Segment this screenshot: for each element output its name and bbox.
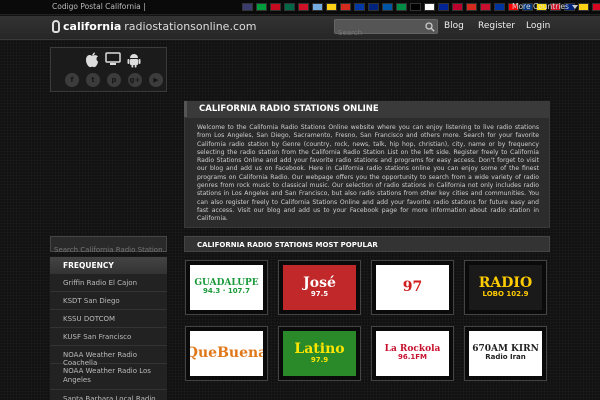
country-flag-icon[interactable] bbox=[466, 3, 477, 11]
logo-text-bold: california bbox=[63, 20, 122, 33]
country-flag-icon[interactable] bbox=[578, 3, 589, 11]
twitter-icon[interactable]: t bbox=[86, 73, 100, 87]
country-flag-icon[interactable] bbox=[284, 3, 295, 11]
chevron-down-icon bbox=[571, 4, 578, 9]
country-flag-icon[interactable] bbox=[396, 3, 407, 11]
intro-text: Welcome to the California Radio Stations… bbox=[184, 117, 550, 228]
nav-blog[interactable]: Blog bbox=[444, 21, 464, 31]
station-tile[interactable]: GUADALUPE 94.3 · 107.7 bbox=[185, 260, 268, 315]
mobile-device-icon[interactable] bbox=[105, 52, 121, 66]
frequency-item[interactable]: KUSF San Francisco bbox=[50, 328, 167, 346]
top-strip: Codigo Postal California | More Countrie… bbox=[0, 0, 600, 15]
country-flag-icon[interactable] bbox=[438, 3, 449, 11]
station-logo-line2: 94.3 · 107.7 bbox=[203, 287, 250, 296]
google-plus-icon[interactable]: g+ bbox=[128, 73, 142, 87]
station-logo-line1: José bbox=[303, 275, 336, 292]
frequency-item[interactable]: NOAA Weather Radio Los Angeles bbox=[50, 364, 167, 390]
station-logo-line1: QueBuena bbox=[190, 345, 263, 362]
country-flag-icon[interactable] bbox=[424, 3, 435, 11]
station-logo: Latino 97.9 bbox=[283, 331, 356, 376]
station-logo: La Rockola 96.1FM bbox=[376, 331, 449, 376]
station-logo: José 97.5 bbox=[283, 265, 356, 310]
social-icons: f t p g+ ▶ bbox=[65, 73, 163, 87]
station-tile[interactable]: RADIO LOBO 102.9 bbox=[464, 260, 547, 315]
country-flag-icon[interactable] bbox=[382, 3, 393, 11]
station-tile[interactable]: QueBuena bbox=[185, 326, 268, 381]
header-search bbox=[334, 19, 438, 40]
station-logo-line2: Radio Iran bbox=[485, 353, 526, 362]
country-flag-icon[interactable] bbox=[410, 3, 421, 11]
station-logo-line2: 97.9 bbox=[310, 356, 329, 364]
station-logo-line2: LOBO 102.9 bbox=[482, 290, 529, 298]
station-tile[interactable]: 97 bbox=[371, 260, 454, 315]
nav-blog-link[interactable]: Blog bbox=[444, 21, 464, 31]
station-logo: QueBuena bbox=[190, 331, 263, 376]
pinterest-icon[interactable]: p bbox=[107, 73, 121, 87]
country-flag-icon[interactable] bbox=[270, 3, 281, 11]
nav-login-link[interactable]: Login bbox=[526, 21, 550, 31]
station-logo-line2: 97.5 bbox=[310, 290, 329, 298]
country-flag-icon[interactable] bbox=[256, 3, 267, 11]
station-tile[interactable]: La Rockola 96.1FM bbox=[371, 326, 454, 381]
country-flag-icon[interactable] bbox=[452, 3, 463, 11]
nav-login[interactable]: Login bbox=[526, 21, 550, 31]
nav-register[interactable]: Register bbox=[478, 21, 515, 31]
site-logo[interactable]: california radiostationsonline.com bbox=[52, 20, 256, 33]
frequency-item[interactable]: KSSU DOTCOM bbox=[50, 310, 167, 328]
frequency-item[interactable]: Santa Barbara Local Radio bbox=[50, 390, 167, 400]
search-icon[interactable] bbox=[425, 22, 435, 32]
station-tile[interactable]: Latino 97.9 bbox=[278, 326, 361, 381]
country-flag-icon[interactable] bbox=[242, 3, 253, 11]
country-flag-icon[interactable] bbox=[494, 3, 505, 11]
station-tile[interactable]: José 97.5 bbox=[278, 260, 361, 315]
popular-title: CALIFORNIA RADIO STATIONS MOST POPULAR bbox=[184, 236, 550, 252]
frequency-item[interactable]: KSDT San Diego bbox=[50, 292, 167, 310]
station-logo-line2: 96.1FM bbox=[397, 353, 428, 362]
country-flag-icon[interactable] bbox=[340, 3, 351, 11]
header-search-input[interactable] bbox=[335, 26, 423, 40]
station-logo: GUADALUPE 94.3 · 107.7 bbox=[190, 265, 263, 310]
more-countries-label: More Countries bbox=[512, 2, 569, 11]
tagline: Codigo Postal California | bbox=[52, 2, 146, 11]
country-flag-icon[interactable] bbox=[326, 3, 337, 11]
sidebar-search bbox=[50, 236, 167, 257]
station-logo: 97 bbox=[376, 265, 449, 310]
frequency-list: Griffin Radio El Cajon KSDT San Diego KSSU… bbox=[50, 274, 167, 400]
microphone-icon bbox=[52, 20, 60, 33]
more-countries-link[interactable]: More Countries bbox=[512, 2, 578, 11]
apps-social-box: f t p g+ ▶ bbox=[50, 47, 167, 92]
station-tile[interactable]: 670AM KIRN Radio Iran bbox=[464, 326, 547, 381]
station-logo-line1: RADIO bbox=[478, 275, 533, 292]
station-logo: 670AM KIRN Radio Iran bbox=[469, 331, 542, 376]
station-logo-line1: 97 bbox=[402, 279, 423, 296]
country-flag-icon[interactable] bbox=[480, 3, 491, 11]
country-flag-icon[interactable] bbox=[312, 3, 323, 11]
intro-title: CALIFORNIA RADIO STATIONS ONLINE bbox=[184, 101, 550, 117]
android-icon[interactable] bbox=[127, 52, 141, 68]
nav-register-link[interactable]: Register bbox=[478, 21, 515, 31]
sidebar-search-input[interactable] bbox=[51, 243, 166, 257]
country-flag-icon[interactable] bbox=[298, 3, 309, 11]
apple-icon[interactable] bbox=[85, 52, 99, 68]
country-flag-icon[interactable] bbox=[592, 3, 600, 11]
station-logo: RADIO LOBO 102.9 bbox=[469, 265, 542, 310]
os-icons bbox=[85, 52, 141, 68]
country-flag-icon[interactable] bbox=[368, 3, 379, 11]
station-logo-line1: Latino bbox=[294, 341, 345, 358]
facebook-icon[interactable]: f bbox=[65, 73, 79, 87]
header: californiaradiostationsonline.com Blog R… bbox=[0, 16, 600, 40]
youtube-icon[interactable]: ▶ bbox=[149, 73, 163, 87]
country-flag-icon[interactable] bbox=[354, 3, 365, 11]
frequency-item[interactable]: Griffin Radio El Cajon bbox=[50, 274, 167, 292]
frequency-heading: FREQUENCY bbox=[50, 257, 167, 274]
logo-text-light: radiostationsonline.com bbox=[124, 20, 257, 33]
frequency-item[interactable]: NOAA Weather Radio Coachella bbox=[50, 346, 167, 367]
